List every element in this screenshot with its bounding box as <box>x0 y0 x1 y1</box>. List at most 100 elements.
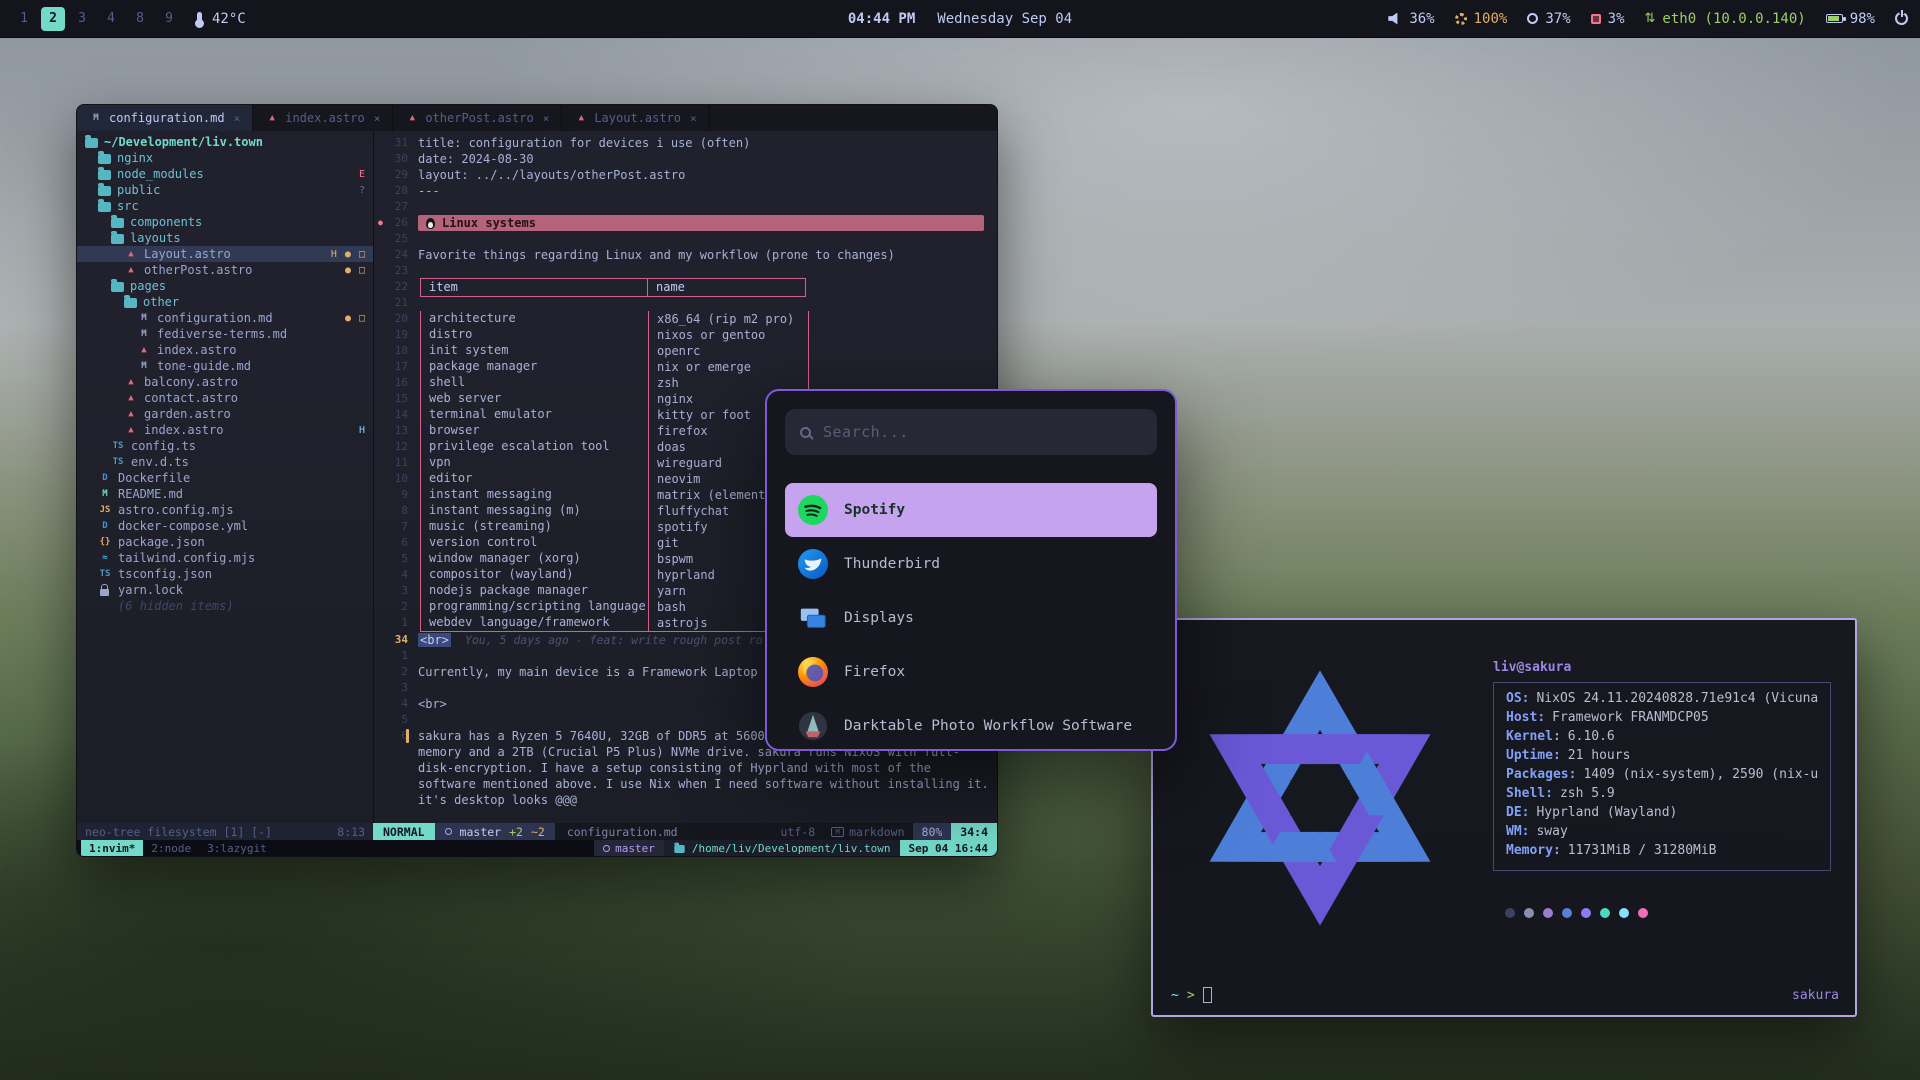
tree-item[interactable]: src <box>77 198 373 214</box>
close-tab-icon[interactable]: × <box>234 112 241 125</box>
app-row-thunderbird[interactable]: Thunderbird <box>785 537 1157 591</box>
line-number: 4 <box>374 696 418 712</box>
shell-prompt[interactable]: ~ > <box>1171 987 1212 1003</box>
tree-item[interactable]: ▲ balcony.astro <box>77 374 373 390</box>
launcher-search[interactable] <box>785 409 1157 455</box>
buffer-line: 21 <box>374 295 997 311</box>
line-number: 7 <box>374 519 418 535</box>
tree-item[interactable]: ▲ index.astro <box>77 342 373 358</box>
fetch-info-line: Shell zsh 5.9 <box>1506 786 1818 805</box>
close-tab-icon[interactable]: × <box>690 112 697 125</box>
tree-item[interactable]: M configuration.md ● □ <box>77 310 373 326</box>
fetch-info-line: OS NixOS 24.11.20240828.71e91c4 (Vicuna)… <box>1506 691 1818 710</box>
table-header-line: 22 item name <box>374 279 997 295</box>
close-tab-icon[interactable]: × <box>374 112 381 125</box>
table-cell-item: window manager (xorg) <box>421 551 649 567</box>
disk-module[interactable]: 37% <box>1527 11 1570 27</box>
tree-item[interactable]: ▲ garden.astro <box>77 406 373 422</box>
network-module[interactable]: ⇅ eth0 (10.0.0.140) <box>1645 11 1806 27</box>
workspace-button[interactable]: 9 <box>157 7 181 31</box>
tree-item[interactable]: other <box>77 294 373 310</box>
tree-item[interactable]: yarn.lock <box>77 582 373 598</box>
app-row-firefox[interactable]: Firefox <box>785 645 1157 699</box>
tree-item[interactable]: D docker-compose.yml <box>77 518 373 534</box>
editor-tab[interactable]: M configuration.md × <box>77 105 253 131</box>
tree-item[interactable]: ~/Development/liv.town <box>77 134 373 150</box>
file-tree[interactable]: ~/Development/liv.town nginx node_module… <box>77 131 373 823</box>
line-number: 2 <box>374 664 418 680</box>
table-cell-name: x86_64 (rip m2 pro) <box>649 312 807 326</box>
tree-item[interactable]: nginx <box>77 150 373 166</box>
tree-item[interactable]: ≈ tailwind.config.mjs <box>77 550 373 566</box>
search-input[interactable] <box>823 423 1142 441</box>
editor-tab[interactable]: ▲ otherPost.astro × <box>393 105 562 131</box>
fastfetch-terminal[interactable]: liv@sakura OS NixOS 24.11.20240828.71e91… <box>1151 618 1857 1017</box>
app-launcher[interactable]: Spotify Thunderbird Displays <box>765 389 1177 751</box>
app-label: Thunderbird <box>844 556 940 572</box>
tree-item-label: contact.astro <box>144 391 238 405</box>
app-row-darktable[interactable]: Darktable Photo Workflow Software <box>785 699 1157 751</box>
workspace-button[interactable]: 1 <box>12 7 36 31</box>
tree-item[interactable]: ▲ index.astro H <box>77 422 373 438</box>
cpu-module[interactable]: 3% <box>1591 11 1625 27</box>
tree-item[interactable]: pages <box>77 278 373 294</box>
tree-item[interactable]: node_modules E <box>77 166 373 182</box>
git-added: +2 <box>509 825 523 839</box>
tree-item[interactable]: TS config.ts <box>77 438 373 454</box>
workspace-button[interactable]: 8 <box>128 7 152 31</box>
palette-dot <box>1619 908 1629 918</box>
tree-item[interactable]: public ? <box>77 182 373 198</box>
tree-item[interactable]: M fediverse-terms.md <box>77 326 373 342</box>
tree-item[interactable]: ▲ contact.astro <box>77 390 373 406</box>
tree-item[interactable]: D Dockerfile <box>77 470 373 486</box>
power-module[interactable] <box>1895 12 1908 25</box>
battery-module[interactable]: 98% <box>1826 11 1875 27</box>
javascript-icon: JS <box>98 505 112 515</box>
tmux-window[interactable]: 3:lazygit <box>199 840 275 856</box>
tmux-window[interactable]: 2:node <box>143 840 199 856</box>
editor-tab[interactable]: ▲ index.astro × <box>253 105 393 131</box>
tsconfig-icon: TS <box>98 569 112 579</box>
app-row-displays[interactable]: Displays <box>785 591 1157 645</box>
workspace-button[interactable]: 4 <box>99 7 123 31</box>
workspace-button[interactable]: 3 <box>70 7 94 31</box>
line-number: 13 <box>374 423 418 439</box>
close-tab-icon[interactable]: × <box>543 112 550 125</box>
tree-item[interactable]: TS env.d.ts <box>77 454 373 470</box>
brightness-module[interactable]: 100% <box>1455 11 1508 27</box>
table-cell-name: nix or emerge <box>649 360 807 374</box>
git-status-marks: E <box>359 169 366 180</box>
table-cell-item: distro <box>421 327 649 343</box>
tree-item[interactable]: components <box>77 214 373 230</box>
tree-item[interactable]: JS astro.config.mjs <box>77 502 373 518</box>
app-row-spotify[interactable]: Spotify <box>785 483 1157 537</box>
line-number: 5 <box>374 712 418 728</box>
palette-dot <box>1638 908 1648 918</box>
volume-module[interactable]: 36% <box>1388 11 1434 27</box>
cursor-position: 34:4 <box>951 823 997 840</box>
folder-icon <box>98 186 111 196</box>
clock-date: Wednesday Sep 04 <box>937 11 1072 27</box>
workspace-button[interactable]: 2 <box>41 7 65 31</box>
table-row: music (streaming) spotify <box>421 519 808 535</box>
tree-item[interactable]: M README.md <box>77 486 373 502</box>
editor-tab[interactable]: ▲ Layout.astro × <box>562 105 709 131</box>
tree-item[interactable]: layouts <box>77 230 373 246</box>
tree-item[interactable]: M tone-guide.md <box>77 358 373 374</box>
astro-icon: ▲ <box>124 265 138 275</box>
tree-item-label: ~/Development/liv.town <box>104 135 263 149</box>
neotree-statusline: neo-tree filesystem [1] [-] 8:13 <box>77 823 373 840</box>
tmux-window[interactable]: 1:nvim* <box>81 840 143 856</box>
tree-item[interactable]: {} package.json <box>77 534 373 550</box>
tree-item[interactable]: TS tsconfig.json <box>77 566 373 582</box>
table-cell-item: architecture <box>421 311 649 327</box>
temperature-module[interactable]: 42°C <box>197 11 246 27</box>
tree-item[interactable]: ▲ Layout.astro H ● □ <box>77 246 373 262</box>
tree-item-label: Layout.astro <box>144 247 231 261</box>
tree-item-label: tsconfig.json <box>118 567 212 581</box>
tree-item[interactable]: ▲ otherPost.astro ● □ <box>77 262 373 278</box>
line-number: 6 <box>374 535 418 551</box>
clock[interactable]: 04:44 PM Wednesday Sep 04 <box>848 11 1072 27</box>
table-cell-item: browser <box>421 423 649 439</box>
tree-item[interactable]: (6 hidden items) <box>77 598 373 614</box>
